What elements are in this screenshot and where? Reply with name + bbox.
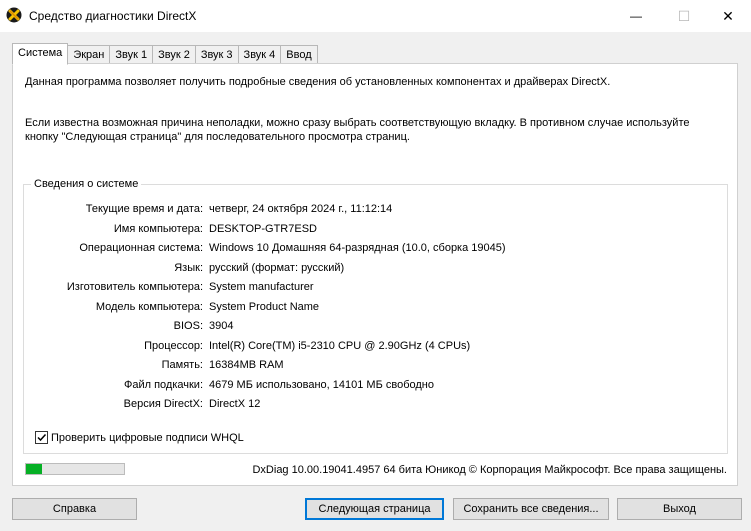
- maximize-button[interactable]: ☐: [661, 0, 707, 32]
- info-row-bios: BIOS: 3904: [24, 320, 724, 336]
- close-button[interactable]: ✕: [705, 0, 751, 32]
- info-row-model: Модель компьютера: System Product Name: [24, 301, 724, 317]
- info-value: четверг, 24 октября 2024 г., 11:12:14: [209, 203, 393, 215]
- whql-checkbox-label: Проверить цифровые подписи WHQL: [51, 431, 244, 444]
- tab-display[interactable]: Экран: [68, 45, 111, 65]
- tab-strip: Система Экран Звук 1 Звук 2 Звук 3 Звук …: [12, 43, 318, 65]
- system-info-group: Сведения о системе Текущие время и дата:…: [23, 178, 728, 454]
- save-all-info-button[interactable]: Сохранить все сведения...: [453, 498, 609, 520]
- info-row-processor: Процессор: Intel(R) Core(TM) i5-2310 CPU…: [24, 340, 724, 356]
- tab-system[interactable]: Система: [12, 43, 69, 65]
- maximize-icon: ☐: [677, 7, 691, 24]
- info-row-directx-version: Версия DirectX: DirectX 12: [24, 398, 724, 414]
- tab-sound-2[interactable]: Звук 2: [153, 45, 196, 65]
- tab-sound-1[interactable]: Звук 1: [110, 45, 154, 65]
- info-label: BIOS:: [173, 320, 203, 332]
- info-label: Текущие время и дата:: [85, 203, 203, 215]
- group-title: Сведения о системе: [31, 178, 142, 190]
- info-value: System Product Name: [209, 300, 320, 313]
- info-value: DirectX 12: [209, 398, 261, 410]
- tab-sound-3[interactable]: Звук 3: [195, 45, 239, 65]
- next-page-button[interactable]: Следующая страница: [305, 498, 444, 520]
- whql-checkbox-row[interactable]: Проверить цифровые подписи WHQL: [35, 431, 244, 444]
- info-row-manufacturer: Изготовитель компьютера: System manufact…: [24, 281, 724, 297]
- intro-hint-text: Если известна возможная причина неполадк…: [25, 117, 690, 143]
- intro-text: Данная программа позволяет получить подр…: [25, 76, 611, 88]
- info-label: Язык:: [174, 261, 203, 274]
- info-row-memory: Память: 16384MB RAM: [24, 359, 724, 375]
- info-row-datetime: Текущие время и дата: четверг, 24 октябр…: [24, 203, 724, 219]
- info-value: русский (формат: русский): [209, 261, 345, 274]
- info-label: Файл подкачки:: [123, 378, 203, 391]
- help-button[interactable]: Справка: [12, 498, 137, 520]
- info-value: Intel(R) Core(TM) i5-2310 CPU @ 2.90GHz …: [209, 339, 471, 352]
- info-row-pagefile: Файл подкачки: 4679 МБ использовано, 141…: [24, 379, 724, 395]
- tab-input[interactable]: Ввод: [281, 45, 318, 65]
- info-value: Windows 10 Домашняя 64-разрядная (10.0, …: [209, 242, 506, 254]
- close-icon: ✕: [722, 7, 734, 24]
- info-label: Версия DirectX:: [123, 398, 203, 410]
- info-label: Изготовитель компьютера:: [66, 281, 203, 293]
- info-value: 4679 МБ использовано, 14101 МБ свободно: [209, 378, 434, 391]
- info-value: 16384MB RAM: [209, 359, 284, 371]
- info-label: Память:: [161, 359, 203, 371]
- info-row-computer-name: Имя компьютера: DESKTOP-GTR7ESD: [24, 223, 724, 239]
- checkmark-icon: [37, 433, 47, 442]
- window-title: Средство диагностики DirectX: [29, 9, 197, 23]
- directx-icon: [6, 7, 22, 23]
- copyright-text: DxDiag 10.00.19041.4957 64 бита Юникод ©…: [252, 464, 727, 476]
- tab-sound-4[interactable]: Звук 4: [238, 45, 282, 65]
- info-label: Имя компьютера:: [113, 222, 203, 235]
- minimize-button[interactable]: —: [613, 0, 659, 32]
- progress-bar: [25, 463, 125, 475]
- info-row-language: Язык: русский (формат: русский): [24, 262, 724, 278]
- title-bar: Средство диагностики DirectX — ☐ ✕: [0, 0, 751, 32]
- info-value: 3904: [209, 320, 234, 332]
- exit-button[interactable]: Выход: [617, 498, 742, 520]
- info-row-os: Операционная система: Windows 10 Домашня…: [24, 242, 724, 258]
- info-value: DESKTOP-GTR7ESD: [209, 222, 317, 235]
- info-label: Модель компьютера:: [95, 300, 203, 313]
- system-tab-panel: Данная программа позволяет получить подр…: [12, 63, 738, 486]
- info-label: Процессор:: [144, 339, 203, 352]
- minimize-icon: —: [630, 9, 642, 23]
- info-label: Операционная система:: [79, 242, 203, 254]
- progress-fill: [26, 464, 42, 474]
- whql-checkbox[interactable]: [35, 431, 48, 444]
- info-value: System manufacturer: [209, 281, 314, 293]
